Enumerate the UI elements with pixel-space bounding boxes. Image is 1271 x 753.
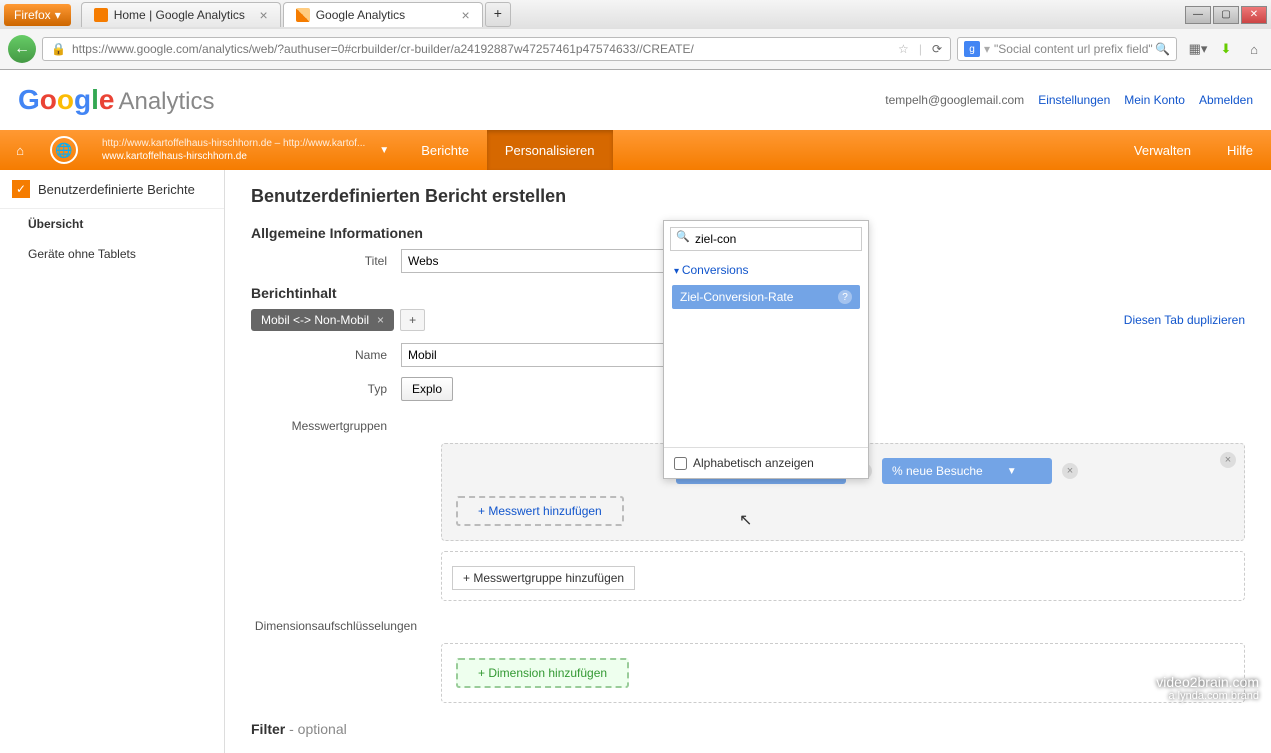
alpha-sort-label: Alphabetisch anzeigen: [693, 456, 814, 470]
favicon-icon: [296, 8, 310, 22]
sidebar-item-devices[interactable]: Geräte ohne Tablets: [0, 239, 224, 269]
filter-section: Filter - optional: [251, 721, 1245, 737]
ga-header: Google Analytics tempelh@googlemail.com …: [0, 70, 1271, 130]
property-line2: www.kartoffelhaus-hirschhorn.de: [102, 150, 365, 163]
nav-property-selector[interactable]: 🌐: [40, 130, 88, 170]
lock-icon: 🔒: [51, 42, 66, 56]
tab-title: Google Analytics: [316, 8, 405, 22]
title-input[interactable]: [401, 249, 701, 273]
dimension-group: + Dimension hinzufügen: [441, 643, 1245, 703]
search-icon[interactable]: 🔍: [1155, 42, 1170, 56]
addon-icon[interactable]: ▦▾: [1189, 40, 1207, 58]
watermark: video2brain.com a lynda.com brand: [1156, 674, 1259, 702]
close-window-button[interactable]: ✕: [1241, 6, 1267, 24]
report-tab-pill[interactable]: Mobil <-> Non-Mobil ×: [251, 309, 394, 331]
tab-title: Home | Google Analytics: [114, 8, 245, 22]
metric-category[interactable]: Conversions: [664, 257, 868, 283]
duplicate-tab-link[interactable]: Diesen Tab duplizieren: [1124, 313, 1245, 327]
sidebar-header-label: Benutzerdefinierte Berichte: [38, 182, 195, 197]
close-icon[interactable]: ×: [377, 313, 384, 327]
google-icon: g: [964, 41, 980, 57]
label-title: Titel: [251, 254, 401, 268]
sidebar-header[interactable]: ✓ Benutzerdefinierte Berichte: [0, 170, 224, 209]
help-icon[interactable]: ?: [838, 290, 852, 304]
maximize-button[interactable]: ▢: [1213, 6, 1239, 24]
nav-customize[interactable]: Personalisieren: [487, 130, 613, 170]
remove-metric-button[interactable]: ×: [1062, 463, 1078, 479]
browser-tabs: Home | Google Analytics × Google Analyti…: [81, 2, 511, 27]
nav-property-dropdown[interactable]: http://www.kartoffelhaus-hirschhorn.de –…: [88, 137, 379, 163]
google-analytics-logo[interactable]: Google Analytics: [18, 84, 215, 116]
bookmark-icon[interactable]: ☆: [898, 42, 909, 56]
add-metric-button[interactable]: + Messwert hinzufügen: [456, 496, 624, 526]
report-icon: ✓: [12, 180, 30, 198]
metric-option[interactable]: Ziel-Conversion-Rate ?: [672, 285, 860, 309]
nav-manage[interactable]: Verwalten: [1116, 143, 1209, 158]
home-icon: ⌂: [16, 143, 24, 158]
favicon-icon: [94, 8, 108, 22]
chevron-down-icon: ▼: [379, 145, 403, 156]
close-icon[interactable]: ×: [462, 7, 470, 23]
add-metric-group-button[interactable]: + Messwertgruppe hinzufügen: [452, 566, 635, 590]
sidebar-item-overview[interactable]: Übersicht: [0, 209, 224, 239]
metric-label: % neue Besuche: [892, 464, 983, 478]
page-title: Benutzerdefinierten Bericht erstellen: [251, 186, 1245, 207]
url-text: https://www.google.com/analytics/web/?au…: [72, 42, 694, 56]
content: Benutzerdefinierten Bericht erstellen Al…: [225, 170, 1271, 753]
minimize-button[interactable]: —: [1185, 6, 1211, 24]
label-type: Typ: [251, 382, 401, 396]
alpha-sort-checkbox[interactable]: [674, 457, 687, 470]
back-button[interactable]: ←: [8, 35, 36, 63]
user-email: tempelh@googlemail.com: [885, 93, 1024, 107]
reload-icon[interactable]: ⟳: [932, 42, 942, 56]
metric-chip[interactable]: % neue Besuche ▼: [882, 458, 1052, 484]
label-metricgroups: Messwertgruppen: [251, 411, 401, 433]
browser-search-input[interactable]: g ▾ "Social content url prefix field" 🔍: [957, 37, 1177, 61]
add-report-tab-button[interactable]: +: [400, 309, 425, 331]
logout-link[interactable]: Abmelden: [1199, 93, 1253, 107]
nav-help[interactable]: Hilfe: [1209, 143, 1271, 158]
search-text: "Social content url prefix field": [994, 42, 1153, 56]
add-dimension-button[interactable]: + Dimension hinzufügen: [456, 658, 629, 688]
account-link[interactable]: Mein Konto: [1124, 93, 1185, 107]
metric-search-input[interactable]: [670, 227, 862, 251]
nav-home[interactable]: ⌂: [0, 130, 40, 170]
label-name: Name: [251, 348, 401, 362]
name-input[interactable]: [401, 343, 701, 367]
metric-picker-popover: Conversions Ziel-Conversion-Rate ? Alpha…: [663, 220, 869, 479]
label-dimensions: Dimensionsaufschlüsselungen: [251, 611, 431, 633]
property-line1: http://www.kartoffelhaus-hirschhorn.de –…: [102, 137, 365, 150]
metric-option-label: Ziel-Conversion-Rate: [680, 290, 793, 304]
browser-chrome: Firefox▾ Home | Google Analytics × Googl…: [0, 0, 1271, 70]
chevron-down-icon: ▼: [1007, 466, 1017, 477]
nav-reports[interactable]: Berichte: [403, 130, 487, 170]
url-input[interactable]: 🔒 https://www.google.com/analytics/web/?…: [42, 37, 951, 61]
firefox-menu-button[interactable]: Firefox▾: [4, 4, 71, 26]
new-tab-button[interactable]: +: [485, 2, 511, 27]
browser-tab[interactable]: Google Analytics ×: [283, 2, 483, 27]
download-icon[interactable]: ⬇: [1217, 40, 1235, 58]
browser-tab[interactable]: Home | Google Analytics ×: [81, 2, 281, 27]
globe-icon: 🌐: [50, 136, 78, 164]
remove-group-button[interactable]: ×: [1220, 452, 1236, 468]
settings-link[interactable]: Einstellungen: [1038, 93, 1110, 107]
close-icon[interactable]: ×: [260, 7, 268, 23]
home-icon[interactable]: ⌂: [1245, 40, 1263, 58]
primary-nav: ⌂ 🌐 http://www.kartoffelhaus-hirschhorn.…: [0, 130, 1271, 170]
tab-pill-label: Mobil <-> Non-Mobil: [261, 313, 369, 327]
sidebar: ✓ Benutzerdefinierte Berichte Übersicht …: [0, 170, 225, 753]
window-controls: — ▢ ✕: [1185, 6, 1267, 24]
type-button[interactable]: Explo: [401, 377, 453, 401]
